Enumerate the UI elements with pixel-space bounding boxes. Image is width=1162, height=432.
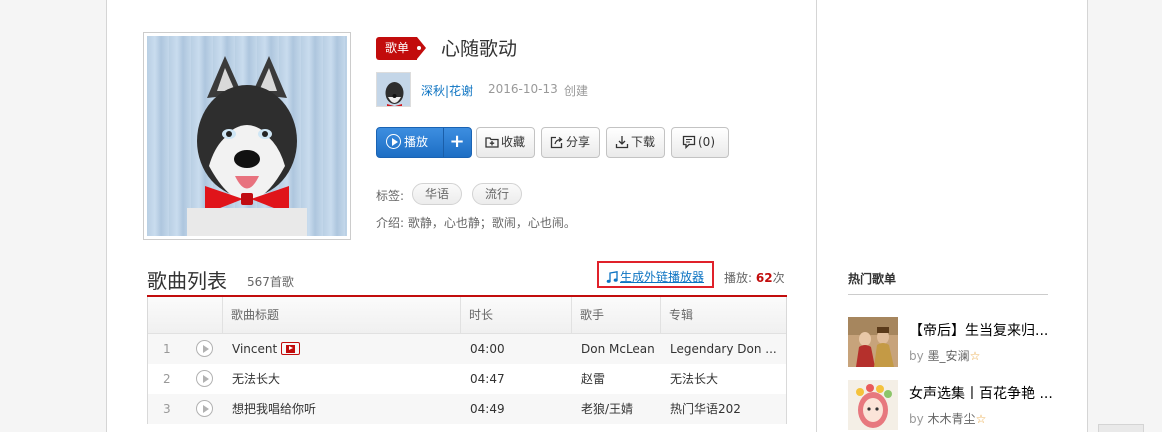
by-label: by [909, 349, 924, 363]
playlist-main: 歌单 心随歌动 深秋|花谢 2016-10-13 创建 播放 + 收藏 分享 下… [107, 0, 817, 432]
cover-image [147, 36, 347, 236]
column-album: 专辑 [660, 297, 786, 334]
external-player-highlight: 生成外链播放器 [597, 261, 714, 288]
creator-avatar[interactable] [376, 72, 411, 107]
comment-button[interactable]: (0) [671, 127, 729, 158]
song-title-link[interactable]: Vincent [232, 342, 277, 356]
download-button-label: 下载 [631, 135, 656, 149]
hot-playlist-name[interactable]: 女声选集丨百花争艳 ... [909, 383, 1077, 403]
play-button-group: 播放 + [376, 127, 472, 158]
playlist-intro: 介绍: 歌静，心也静；歌闹，心也闹。 [376, 216, 576, 230]
page-container: 歌单 心随歌动 深秋|花谢 2016-10-13 创建 播放 + 收藏 分享 下… [106, 0, 1088, 432]
song-list-title: 歌曲列表 [147, 269, 227, 293]
author-link[interactable]: 木木青尘 [928, 412, 976, 426]
song-title-link[interactable]: 无法长大 [232, 364, 280, 394]
back-to-top-button[interactable] [1098, 424, 1144, 432]
hot-playlist-cover[interactable] [848, 380, 898, 430]
song-number: 3 [163, 402, 171, 416]
favorite-button-label: 收藏 [501, 135, 526, 149]
column-duration: 时长 [460, 297, 571, 334]
play-count-value: 62 [755, 271, 773, 285]
sidebar-divider [848, 294, 1048, 295]
table-header: 歌曲标题 时长 歌手 专辑 [148, 297, 786, 334]
playlist-badge: 歌单 [376, 37, 427, 60]
playlist-thumbnail [848, 380, 898, 430]
external-player-label: 生成外链播放器 [620, 270, 705, 284]
song-count: 567首歌 [247, 275, 294, 289]
column-title: 歌曲标题 [222, 297, 460, 334]
sidebar: 热门歌单 【帝后】生当复来归... by 墨_安澜☆ 女声选集丨百花争艳 ...… [818, 0, 1088, 432]
comment-icon [682, 135, 696, 149]
hot-playlists-title: 热门歌单 [848, 272, 897, 286]
tag-chinese[interactable]: 华语 [412, 183, 463, 205]
play-count: 播放: 62次 [724, 269, 785, 286]
mv-icon[interactable] [281, 342, 301, 355]
table-row: 1 Vincent 04:00 Don McLean Legendary Don… [148, 334, 786, 364]
column-artist: 歌手 [571, 297, 660, 334]
external-player-link[interactable]: 生成外链播放器 [606, 268, 704, 285]
play-icon [386, 134, 401, 149]
folder-plus-icon [485, 137, 499, 148]
song-duration: 04:00 [470, 342, 505, 356]
song-album-link[interactable]: 热门华语202 [670, 394, 780, 424]
share-button[interactable]: 分享 [541, 127, 600, 158]
song-play-icon[interactable] [196, 370, 213, 387]
play-count-label: 播放: [724, 271, 753, 285]
song-number: 2 [163, 372, 171, 386]
song-artist-link[interactable]: 老狼/王婧 [581, 394, 633, 424]
hot-playlist-item[interactable]: 女声选集丨百花争艳 ... by 木木青尘☆ [848, 380, 1078, 430]
song-duration: 04:47 [470, 372, 505, 386]
download-button[interactable]: 下载 [606, 127, 665, 158]
song-title-cell: Vincent [232, 334, 301, 364]
star-icon: ☆ [969, 349, 981, 363]
song-number: 1 [163, 342, 171, 356]
creator-name-link[interactable]: 深秋|花谢 [421, 82, 473, 99]
playlist-thumbnail [848, 317, 898, 367]
hot-playlist-author: by 墨_安澜☆ [909, 347, 980, 364]
by-label: by [909, 412, 924, 426]
create-date: 2016-10-13 [488, 82, 558, 96]
song-play-icon[interactable] [196, 340, 213, 357]
table-row: 2 无法长大 04:47 赵雷 无法长大 [148, 364, 786, 394]
song-play-icon[interactable] [196, 400, 213, 417]
tag-pop[interactable]: 流行 [472, 183, 523, 205]
favorite-button[interactable]: 收藏 [476, 127, 535, 158]
song-duration: 04:49 [470, 402, 505, 416]
hot-playlist-author: by 木木青尘☆ [909, 410, 986, 427]
play-count-suffix: 次 [772, 271, 785, 285]
star-icon: ☆ [975, 412, 987, 426]
play-button[interactable]: 播放 [377, 128, 444, 157]
music-note-icon [606, 271, 618, 283]
comment-count: (0) [698, 135, 715, 149]
download-icon [615, 136, 629, 149]
song-table: 歌曲标题 时长 歌手 专辑 1 Vincent 04:00 Don McLean… [147, 297, 787, 424]
song-album-link[interactable]: 无法长大 [670, 364, 780, 394]
husky-image [187, 56, 307, 236]
song-title-link[interactable]: 想把我唱给你听 [232, 394, 316, 424]
hot-playlist-item[interactable]: 【帝后】生当复来归... by 墨_安澜☆ [848, 317, 1078, 367]
share-icon [550, 136, 563, 149]
hot-playlist-name[interactable]: 【帝后】生当复来归... [909, 320, 1077, 340]
playlist-cover [143, 32, 351, 240]
add-to-queue-button[interactable]: + [443, 128, 471, 157]
play-button-label: 播放 [404, 135, 429, 149]
hot-playlist-cover[interactable] [848, 317, 898, 367]
song-artist-link[interactable]: 赵雷 [581, 364, 605, 394]
playlist-title: 心随歌动 [441, 38, 518, 60]
song-artist-link[interactable]: Don McLean [581, 334, 655, 364]
author-link[interactable]: 墨_安澜 [928, 349, 970, 363]
song-album-link[interactable]: Legendary Don ... [670, 334, 780, 364]
share-button-label: 分享 [566, 135, 591, 149]
avatar-image [377, 73, 410, 106]
create-suffix: 创建 [564, 84, 589, 98]
tags-label: 标签: [376, 189, 405, 203]
table-row: 3 想把我唱给你听 04:49 老狼/王婧 热门华语202 [148, 394, 786, 424]
